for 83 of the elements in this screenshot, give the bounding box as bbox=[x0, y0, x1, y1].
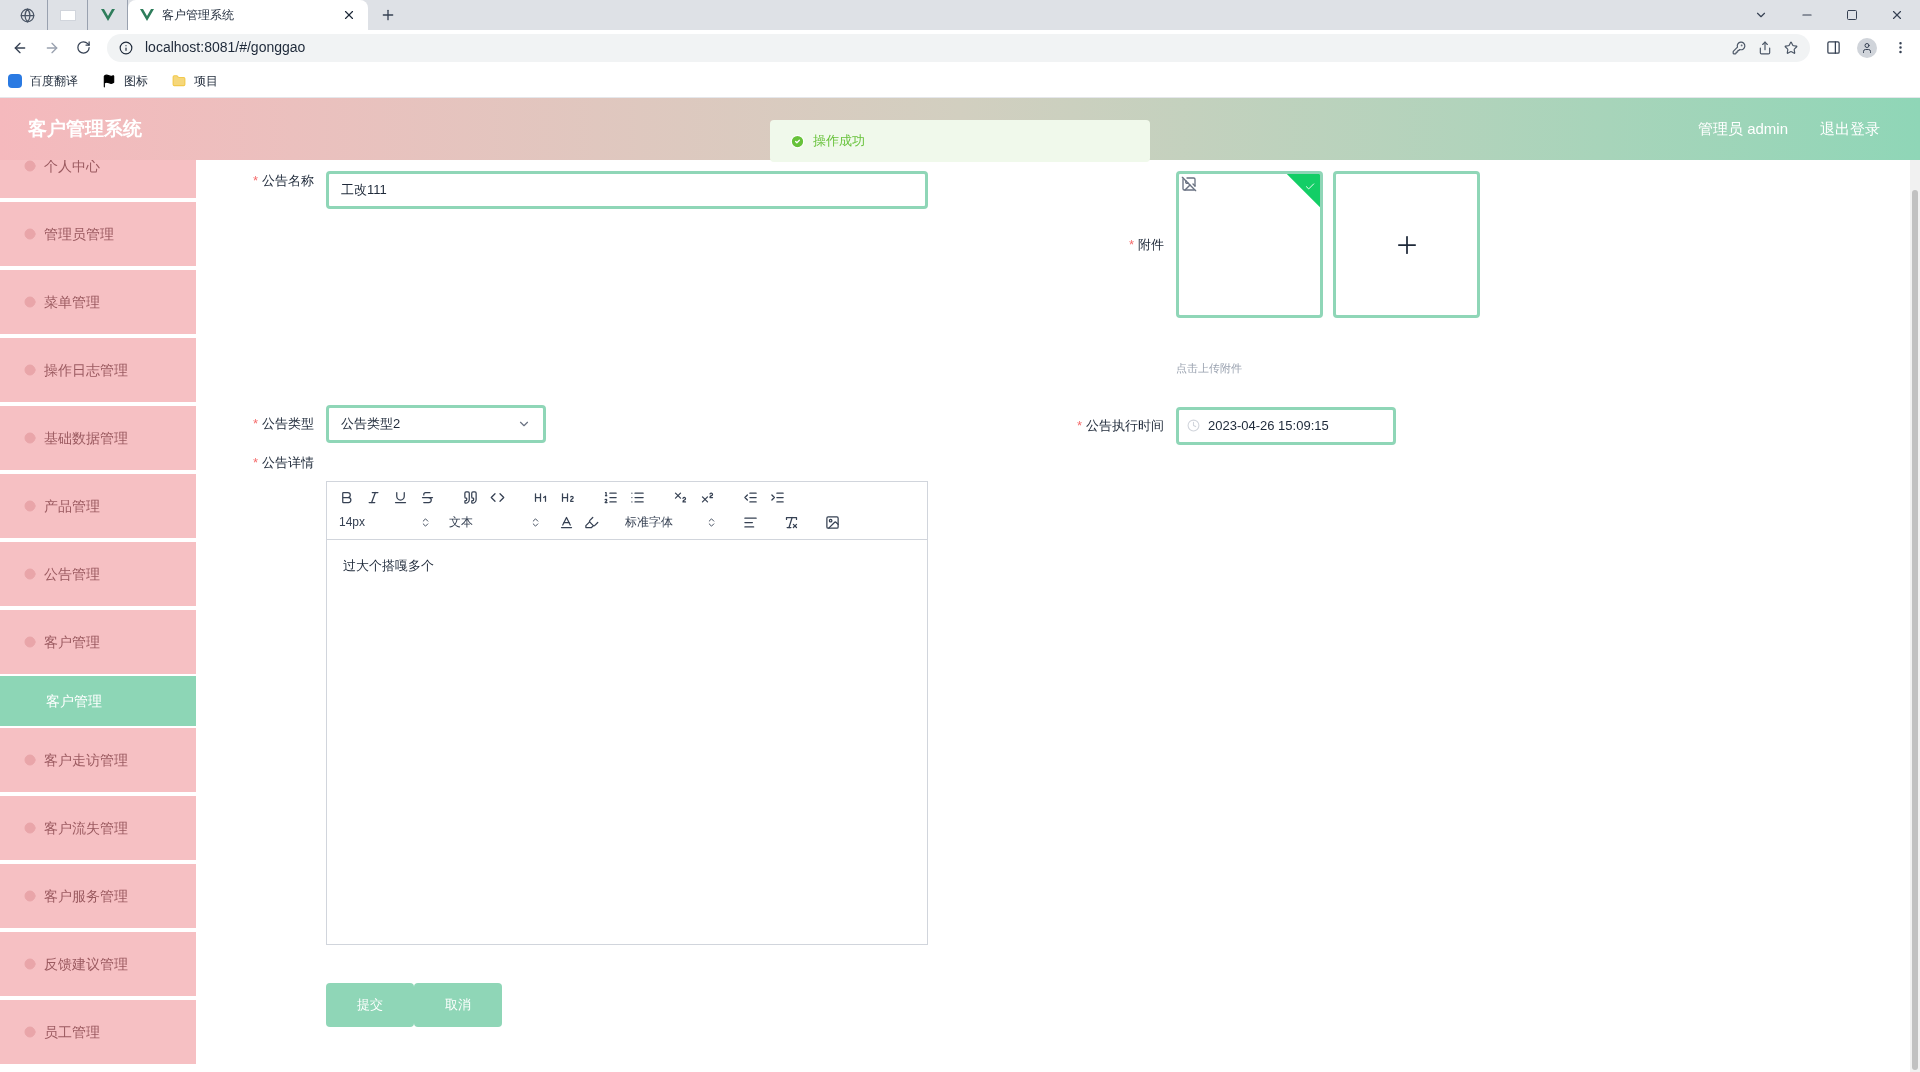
menu-item[interactable]: 客户管理 bbox=[0, 610, 196, 676]
clear-format-icon[interactable] bbox=[784, 514, 799, 530]
outdent-icon[interactable] bbox=[743, 490, 758, 505]
align-left-icon[interactable] bbox=[743, 514, 758, 530]
maximize-icon[interactable] bbox=[1846, 9, 1858, 21]
highlight-icon[interactable] bbox=[584, 514, 599, 530]
bookmark-star-icon[interactable] bbox=[1784, 40, 1798, 55]
ordered-list-icon[interactable] bbox=[603, 490, 618, 505]
subscript-icon[interactable] bbox=[673, 490, 688, 505]
menu-item[interactable]: 产品管理 bbox=[0, 474, 196, 540]
editor-content: 过大个搭嘎多个 bbox=[343, 557, 435, 575]
bookmark[interactable]: 图标 bbox=[102, 72, 148, 90]
code-icon[interactable] bbox=[490, 490, 505, 505]
updown-icon bbox=[706, 516, 717, 528]
required-mark: * bbox=[1076, 416, 1082, 435]
clock-icon bbox=[1187, 419, 1200, 432]
indent-icon[interactable] bbox=[770, 490, 785, 505]
rich-text-editor[interactable]: 14px 文本 标准字体 过大个搭嘎多个 bbox=[326, 481, 928, 945]
reload-icon[interactable] bbox=[76, 40, 91, 55]
italic-icon[interactable] bbox=[366, 490, 381, 505]
name-input[interactable]: 工改111 bbox=[326, 171, 928, 209]
menu-item[interactable]: 菜单管理 bbox=[0, 270, 196, 336]
image-icon[interactable] bbox=[825, 514, 840, 530]
key-icon[interactable] bbox=[1732, 40, 1746, 55]
url-field[interactable]: localhost:8081/#/gonggao bbox=[107, 33, 1810, 62]
bookmark[interactable]: 项目 bbox=[172, 72, 218, 90]
upload-hint: 点击上传附件 bbox=[1176, 361, 1243, 376]
underline-icon[interactable] bbox=[393, 490, 408, 505]
v-logo-icon bbox=[100, 9, 115, 21]
required-mark: * bbox=[252, 172, 258, 190]
v-logo-icon bbox=[140, 9, 154, 21]
quote-icon[interactable] bbox=[463, 490, 478, 505]
profile-avatar[interactable] bbox=[1857, 37, 1877, 58]
menu-item[interactable]: 客户流失管理 bbox=[0, 796, 196, 862]
menu-item[interactable]: 操作日志管理 bbox=[0, 338, 196, 404]
side-panel-icon[interactable] bbox=[1826, 40, 1841, 55]
info-icon bbox=[119, 40, 133, 55]
menu-item[interactable]: 基础数据管理 bbox=[0, 406, 196, 472]
tab-title: 客户管理系统 bbox=[162, 7, 235, 24]
strikethrough-icon[interactable] bbox=[420, 490, 435, 505]
field-label: 公告名称 bbox=[262, 172, 314, 190]
bold-icon[interactable] bbox=[339, 490, 354, 505]
user-name: 管理员 admin bbox=[1697, 118, 1788, 139]
heading-one-icon[interactable] bbox=[533, 490, 548, 505]
globe-icon bbox=[20, 7, 35, 23]
bookmark[interactable]: 百度翻译 bbox=[8, 72, 78, 90]
folder-icon bbox=[172, 74, 186, 88]
new-tab-icon[interactable] bbox=[380, 7, 396, 23]
menu-item[interactable]: 反馈建议管理 bbox=[0, 932, 196, 998]
blank-page-icon bbox=[59, 9, 76, 21]
app-title: 客户管理系统 bbox=[28, 116, 142, 141]
updown-icon bbox=[530, 516, 541, 528]
share-icon[interactable] bbox=[1758, 40, 1772, 55]
toolbar-select[interactable]: 文本 bbox=[449, 513, 549, 531]
close-icon[interactable] bbox=[1890, 8, 1904, 22]
date-time-input[interactable]: 2023-04-26 15:09:15 bbox=[1176, 406, 1396, 445]
font-color-icon[interactable] bbox=[559, 514, 574, 530]
field-label: 公告详情 bbox=[262, 454, 314, 472]
menu-item[interactable]: 客户服务管理 bbox=[0, 864, 196, 930]
translate-icon bbox=[8, 74, 22, 88]
superscript-icon[interactable] bbox=[700, 490, 715, 505]
flag-icon bbox=[102, 74, 116, 88]
menu-item[interactable]: 客户走访管理 bbox=[0, 728, 196, 794]
close-icon[interactable] bbox=[342, 8, 356, 22]
success-toast: 操作成功 bbox=[770, 120, 1150, 162]
check-circle-icon bbox=[790, 133, 805, 149]
toolbar-select[interactable]: 14px bbox=[339, 513, 439, 531]
updown-icon bbox=[420, 516, 431, 528]
menu-item[interactable]: 公告管理 bbox=[0, 542, 196, 608]
menu-item[interactable]: 员工管理 bbox=[0, 1000, 196, 1066]
bullet-list-icon[interactable] bbox=[630, 490, 645, 505]
field-label: 公告类型 bbox=[262, 415, 314, 434]
required-mark: * bbox=[1128, 235, 1134, 254]
menu-item[interactable]: 管理员管理 bbox=[0, 202, 196, 268]
field-label: 附件 bbox=[1138, 235, 1164, 254]
required-mark: * bbox=[252, 415, 258, 434]
browser-tab[interactable]: 客户管理系统 bbox=[128, 0, 368, 30]
required-mark: * bbox=[252, 454, 258, 472]
broken-image-icon bbox=[1181, 176, 1197, 192]
toolbar-select[interactable]: 标准字体 bbox=[625, 513, 725, 531]
field-label: 公告执行时间 bbox=[1086, 416, 1164, 435]
heading-two-icon[interactable] bbox=[560, 490, 575, 505]
type-select[interactable]: 公告类型2 bbox=[326, 405, 546, 443]
